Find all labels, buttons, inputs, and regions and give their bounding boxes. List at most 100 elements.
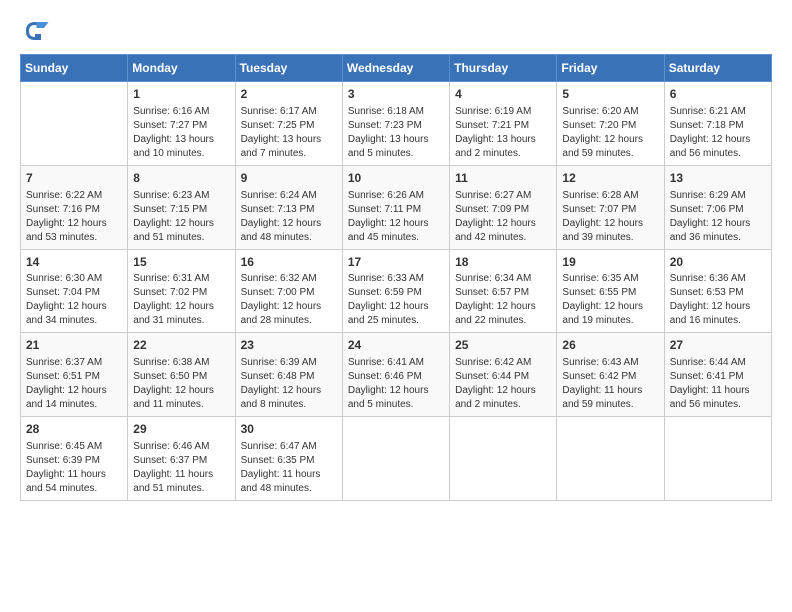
- day-number: 17: [348, 254, 444, 271]
- calendar-header-cell: Monday: [128, 55, 235, 82]
- day-info: Sunrise: 6:47 AM Sunset: 6:35 PM Dayligh…: [241, 440, 337, 496]
- day-number: 24: [348, 337, 444, 354]
- day-number: 8: [133, 170, 229, 187]
- day-number: 20: [670, 254, 766, 271]
- day-number: 6: [670, 86, 766, 103]
- day-info: Sunrise: 6:16 AM Sunset: 7:27 PM Dayligh…: [133, 105, 229, 161]
- calendar-day-cell: 7 Sunrise: 6:22 AM Sunset: 7:16 PM Daylig…: [21, 165, 128, 249]
- calendar-week-row: 21 Sunrise: 6:37 AM Sunset: 6:51 PM Dayli…: [21, 333, 772, 417]
- calendar-day-cell: 4 Sunrise: 6:19 AM Sunset: 7:21 PM Daylig…: [450, 82, 557, 166]
- calendar-week-row: 14Sunrise: 6:30 AM Sunset: 7:04 PM Dayli…: [21, 249, 772, 333]
- day-number: 7: [26, 170, 122, 187]
- calendar-day-cell: 24 Sunrise: 6:41 AM Sunset: 6:46 PM Dayli…: [342, 333, 449, 417]
- calendar-day-cell: [664, 417, 771, 501]
- calendar-day-cell: 10 Sunrise: 6:26 AM Sunset: 7:11 PM Dayli…: [342, 165, 449, 249]
- day-info: Sunrise: 6:17 AM Sunset: 7:25 PM Dayligh…: [241, 105, 337, 161]
- day-number: 16: [241, 254, 337, 271]
- calendar-day-cell: 22Sunrise: 6:38 AM Sunset: 6:50 PM Dayli…: [128, 333, 235, 417]
- logo-icon: [20, 16, 50, 46]
- day-info: Sunrise: 6:22 AM Sunset: 7:16 PM Dayligh…: [26, 189, 122, 245]
- calendar-day-cell: 11Sunrise: 6:27 AM Sunset: 7:09 PM Dayli…: [450, 165, 557, 249]
- day-info: Sunrise: 6:43 AM Sunset: 6:42 PM Dayligh…: [562, 356, 658, 412]
- calendar-day-cell: [21, 82, 128, 166]
- calendar-header-row: SundayMondayTuesdayWednesdayThursdayFrid…: [21, 55, 772, 82]
- calendar-day-cell: 28 Sunrise: 6:45 AM Sunset: 6:39 PM Dayli…: [21, 417, 128, 501]
- day-info: Sunrise: 6:28 AM Sunset: 7:07 PM Dayligh…: [562, 189, 658, 245]
- day-number: 1: [133, 86, 229, 103]
- calendar-day-cell: 8 Sunrise: 6:23 AM Sunset: 7:15 PM Daylig…: [128, 165, 235, 249]
- day-number: 13: [670, 170, 766, 187]
- calendar-day-cell: 17Sunrise: 6:33 AM Sunset: 6:59 PM Dayli…: [342, 249, 449, 333]
- calendar-header-cell: Tuesday: [235, 55, 342, 82]
- day-number: 4: [455, 86, 551, 103]
- day-info: Sunrise: 6:26 AM Sunset: 7:11 PM Dayligh…: [348, 189, 444, 245]
- calendar-table: SundayMondayTuesdayWednesdayThursdayFrid…: [20, 54, 772, 501]
- calendar-day-cell: 14Sunrise: 6:30 AM Sunset: 7:04 PM Dayli…: [21, 249, 128, 333]
- day-info: Sunrise: 6:21 AM Sunset: 7:18 PM Dayligh…: [670, 105, 766, 161]
- day-info: Sunrise: 6:38 AM Sunset: 6:50 PM Dayligh…: [133, 356, 229, 412]
- day-number: 14: [26, 254, 122, 271]
- calendar-header-cell: Sunday: [21, 55, 128, 82]
- day-info: Sunrise: 6:34 AM Sunset: 6:57 PM Dayligh…: [455, 272, 551, 328]
- calendar-day-cell: 26 Sunrise: 6:43 AM Sunset: 6:42 PM Dayli…: [557, 333, 664, 417]
- calendar-day-cell: [342, 417, 449, 501]
- calendar-week-row: 1 Sunrise: 6:16 AM Sunset: 7:27 PM Daylig…: [21, 82, 772, 166]
- calendar-day-cell: 20Sunrise: 6:36 AM Sunset: 6:53 PM Dayli…: [664, 249, 771, 333]
- day-info: Sunrise: 6:42 AM Sunset: 6:44 PM Dayligh…: [455, 356, 551, 412]
- calendar-day-cell: 16Sunrise: 6:32 AM Sunset: 7:00 PM Dayli…: [235, 249, 342, 333]
- calendar-day-cell: 13 Sunrise: 6:29 AM Sunset: 7:06 PM Dayli…: [664, 165, 771, 249]
- day-info: Sunrise: 6:32 AM Sunset: 7:00 PM Dayligh…: [241, 272, 337, 328]
- calendar-body: 1 Sunrise: 6:16 AM Sunset: 7:27 PM Daylig…: [21, 82, 772, 501]
- day-info: Sunrise: 6:33 AM Sunset: 6:59 PM Dayligh…: [348, 272, 444, 328]
- day-number: 5: [562, 86, 658, 103]
- day-number: 28: [26, 421, 122, 438]
- calendar-day-cell: 21 Sunrise: 6:37 AM Sunset: 6:51 PM Dayli…: [21, 333, 128, 417]
- day-number: 18: [455, 254, 551, 271]
- day-info: Sunrise: 6:37 AM Sunset: 6:51 PM Dayligh…: [26, 356, 122, 412]
- calendar-week-row: 28 Sunrise: 6:45 AM Sunset: 6:39 PM Dayli…: [21, 417, 772, 501]
- day-info: Sunrise: 6:19 AM Sunset: 7:21 PM Dayligh…: [455, 105, 551, 161]
- calendar-day-cell: [450, 417, 557, 501]
- day-number: 10: [348, 170, 444, 187]
- calendar-day-cell: 12 Sunrise: 6:28 AM Sunset: 7:07 PM Dayli…: [557, 165, 664, 249]
- calendar-header-cell: Friday: [557, 55, 664, 82]
- calendar-day-cell: 29Sunrise: 6:46 AM Sunset: 6:37 PM Dayli…: [128, 417, 235, 501]
- day-info: Sunrise: 6:18 AM Sunset: 7:23 PM Dayligh…: [348, 105, 444, 161]
- calendar-day-cell: 18Sunrise: 6:34 AM Sunset: 6:57 PM Dayli…: [450, 249, 557, 333]
- calendar-day-cell: 9 Sunrise: 6:24 AM Sunset: 7:13 PM Daylig…: [235, 165, 342, 249]
- calendar-day-cell: 19Sunrise: 6:35 AM Sunset: 6:55 PM Dayli…: [557, 249, 664, 333]
- day-info: Sunrise: 6:45 AM Sunset: 6:39 PM Dayligh…: [26, 440, 122, 496]
- calendar-day-cell: 1 Sunrise: 6:16 AM Sunset: 7:27 PM Daylig…: [128, 82, 235, 166]
- calendar-day-cell: 5 Sunrise: 6:20 AM Sunset: 7:20 PM Daylig…: [557, 82, 664, 166]
- day-info: Sunrise: 6:30 AM Sunset: 7:04 PM Dayligh…: [26, 272, 122, 328]
- calendar-day-cell: 30Sunrise: 6:47 AM Sunset: 6:35 PM Dayli…: [235, 417, 342, 501]
- calendar-day-cell: 23Sunrise: 6:39 AM Sunset: 6:48 PM Dayli…: [235, 333, 342, 417]
- calendar-day-cell: [557, 417, 664, 501]
- day-info: Sunrise: 6:41 AM Sunset: 6:46 PM Dayligh…: [348, 356, 444, 412]
- day-number: 3: [348, 86, 444, 103]
- logo: [20, 16, 54, 46]
- day-info: Sunrise: 6:36 AM Sunset: 6:53 PM Dayligh…: [670, 272, 766, 328]
- day-number: 21: [26, 337, 122, 354]
- calendar-day-cell: 2 Sunrise: 6:17 AM Sunset: 7:25 PM Daylig…: [235, 82, 342, 166]
- day-info: Sunrise: 6:20 AM Sunset: 7:20 PM Dayligh…: [562, 105, 658, 161]
- day-number: 23: [241, 337, 337, 354]
- calendar-day-cell: 3 Sunrise: 6:18 AM Sunset: 7:23 PM Daylig…: [342, 82, 449, 166]
- calendar-header-cell: Saturday: [664, 55, 771, 82]
- day-number: 12: [562, 170, 658, 187]
- day-info: Sunrise: 6:24 AM Sunset: 7:13 PM Dayligh…: [241, 189, 337, 245]
- day-number: 2: [241, 86, 337, 103]
- calendar-day-cell: 15Sunrise: 6:31 AM Sunset: 7:02 PM Dayli…: [128, 249, 235, 333]
- day-number: 15: [133, 254, 229, 271]
- day-number: 27: [670, 337, 766, 354]
- day-info: Sunrise: 6:31 AM Sunset: 7:02 PM Dayligh…: [133, 272, 229, 328]
- day-number: 11: [455, 170, 551, 187]
- day-number: 26: [562, 337, 658, 354]
- calendar-day-cell: 25Sunrise: 6:42 AM Sunset: 6:44 PM Dayli…: [450, 333, 557, 417]
- day-info: Sunrise: 6:44 AM Sunset: 6:41 PM Dayligh…: [670, 356, 766, 412]
- calendar-week-row: 7 Sunrise: 6:22 AM Sunset: 7:16 PM Daylig…: [21, 165, 772, 249]
- day-number: 9: [241, 170, 337, 187]
- day-info: Sunrise: 6:29 AM Sunset: 7:06 PM Dayligh…: [670, 189, 766, 245]
- day-info: Sunrise: 6:23 AM Sunset: 7:15 PM Dayligh…: [133, 189, 229, 245]
- calendar-day-cell: 6 Sunrise: 6:21 AM Sunset: 7:18 PM Daylig…: [664, 82, 771, 166]
